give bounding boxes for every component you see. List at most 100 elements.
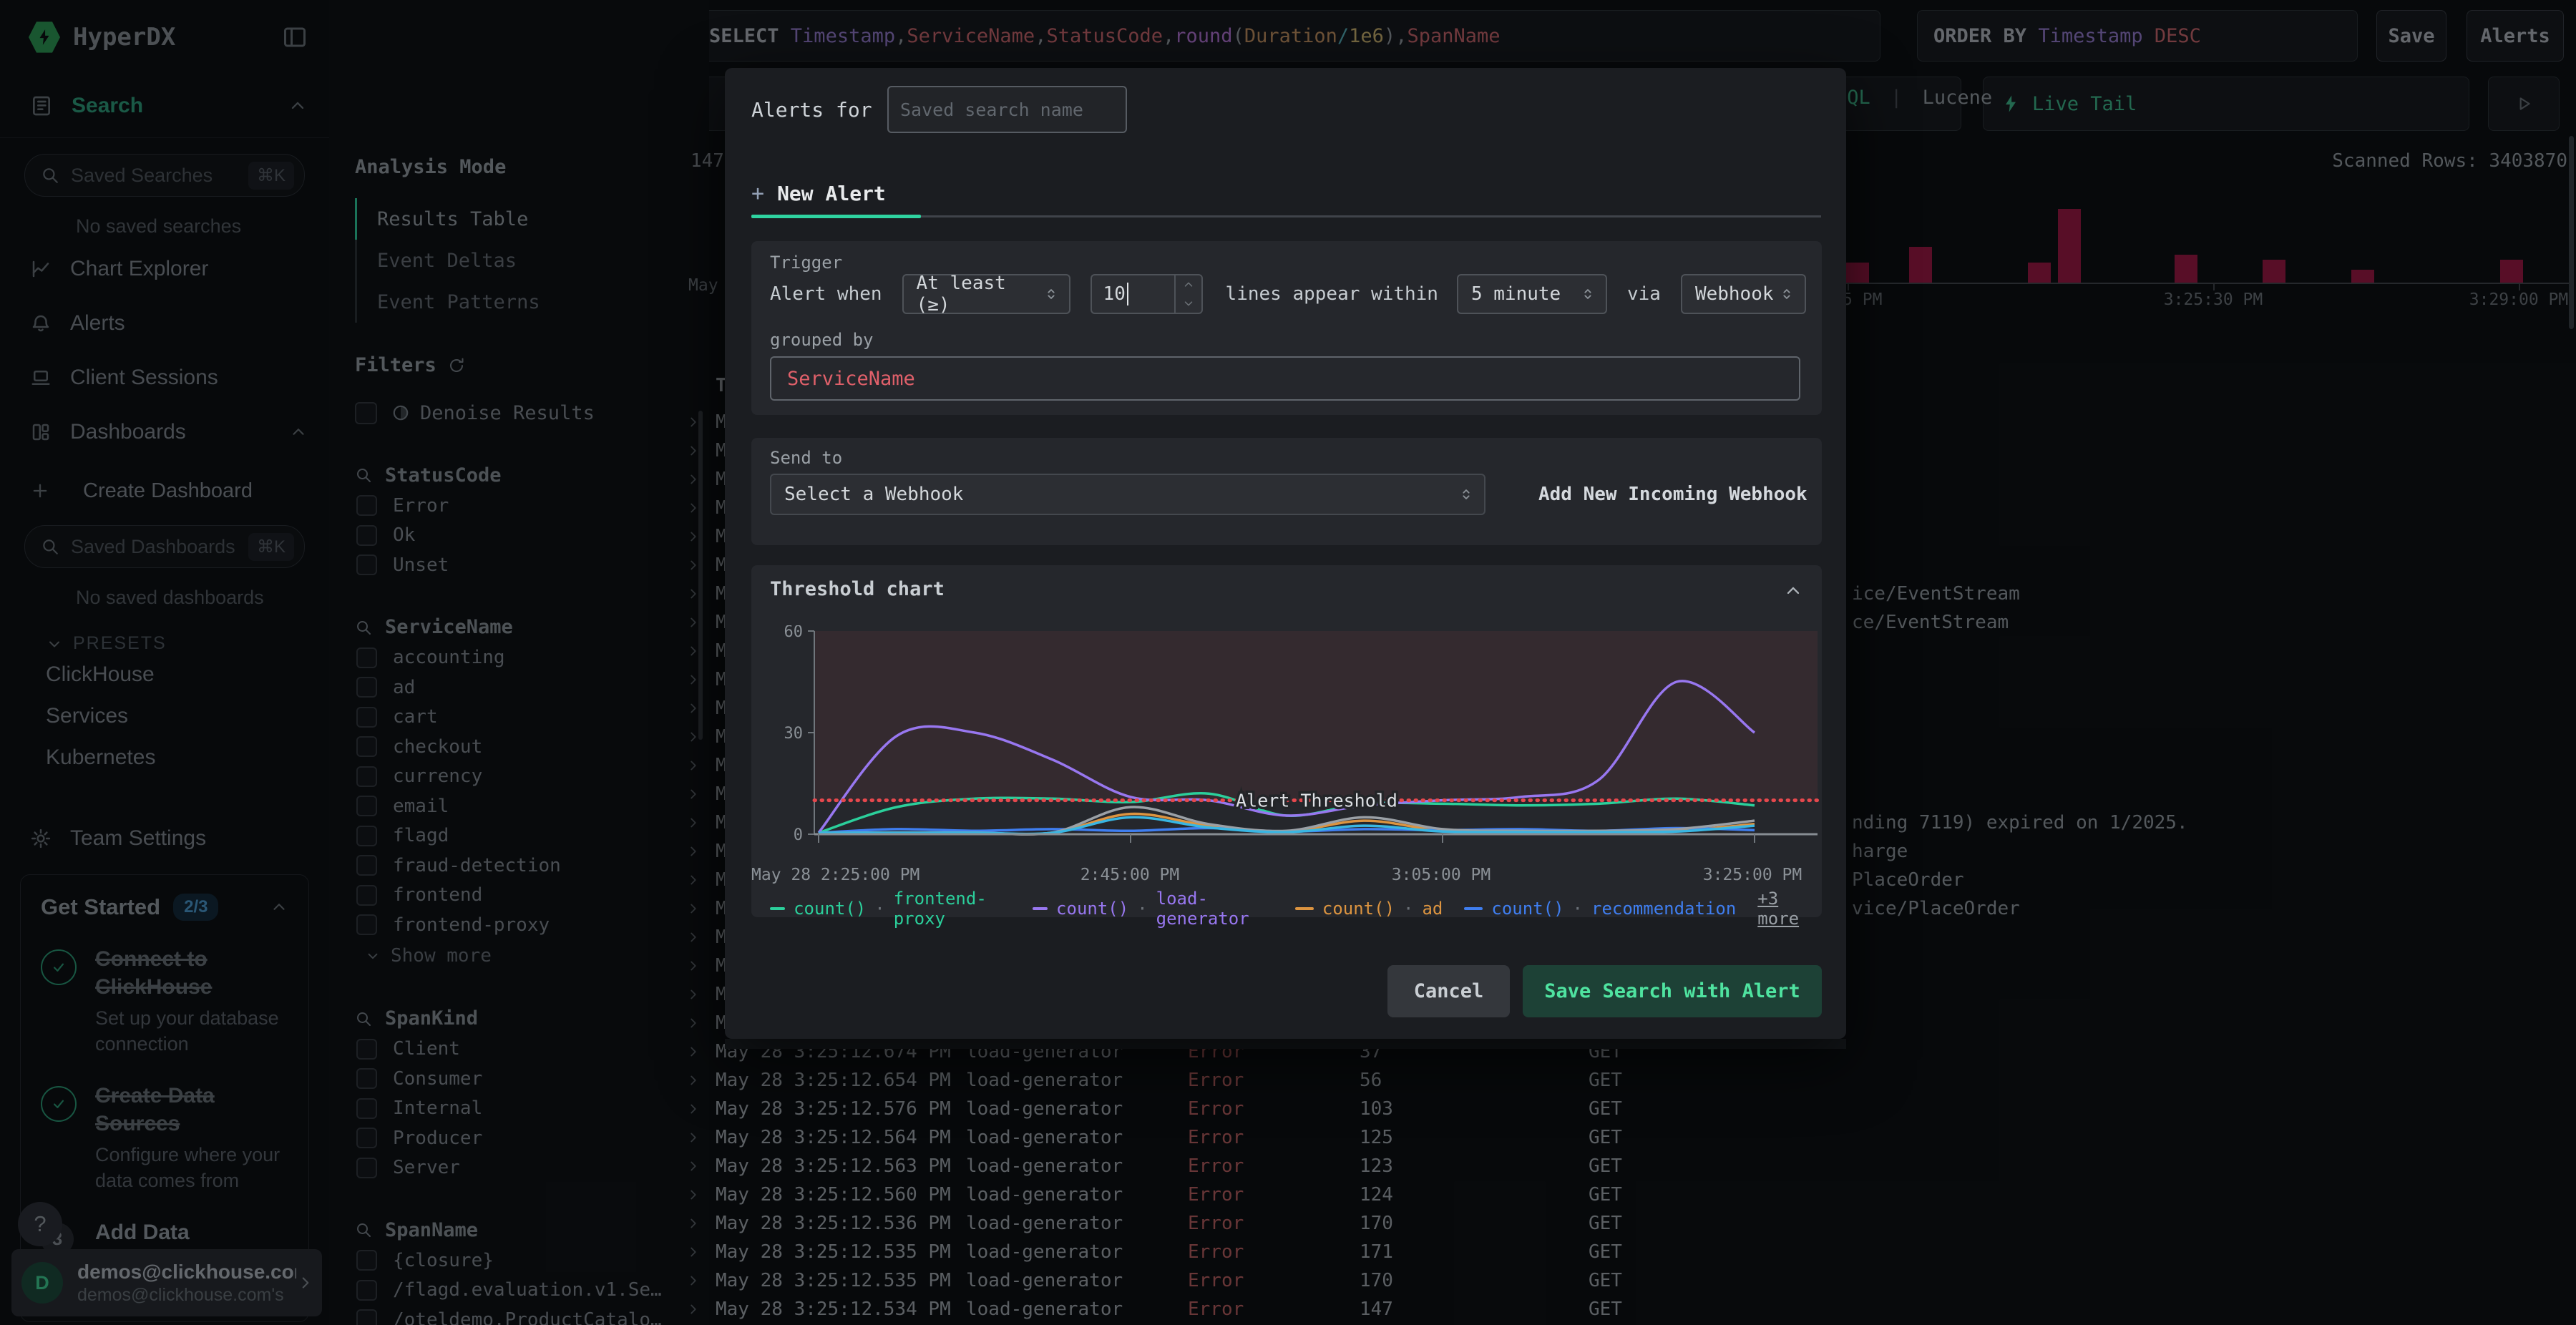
filter-checkbox[interactable]	[356, 855, 377, 876]
filter-option-frontend-proxy[interactable]: frontend-proxy	[355, 910, 709, 940]
expand-chevron-icon[interactable]	[686, 1301, 716, 1317]
filter-checkbox[interactable]	[356, 1279, 377, 1301]
table-row[interactable]: May 28 3:25:12.563 PM load-generator Error…	[680, 1152, 2576, 1180]
search-icon[interactable]	[355, 1221, 372, 1238]
legend-item-recommendation[interactable]: count() · recommendation	[1464, 899, 1736, 919]
filter-checkbox[interactable]	[356, 1068, 377, 1090]
filter-option-closure[interactable]: {closure}	[355, 1246, 709, 1276]
stepper-down-icon[interactable]	[1176, 294, 1201, 313]
search-icon[interactable]	[355, 466, 372, 484]
refresh-icon[interactable]	[448, 357, 465, 374]
table-row[interactable]: May 28 3:25:12.535 PM load-generator Error…	[680, 1266, 2576, 1295]
get-started-step-connect-to-clickhouse[interactable]: Connect to ClickHouse Set up your databas…	[41, 945, 288, 1057]
grouped-by-input[interactable]: ServiceName	[770, 356, 1800, 401]
sidebar-item-team-settings[interactable]: Team Settings	[0, 811, 329, 866]
create-dashboard-button[interactable]: Create Dashboard	[0, 464, 329, 518]
sidebar-item-alerts[interactable]: Alerts	[0, 296, 329, 351]
expand-chevron-icon[interactable]	[686, 1158, 716, 1174]
legend-item-ad[interactable]: count() · ad	[1294, 899, 1443, 919]
filter-checkbox[interactable]	[356, 825, 377, 846]
expand-chevron-icon[interactable]	[686, 758, 716, 773]
table-row[interactable]: May 28 3:25:12.536 PM load-generator Error…	[680, 1209, 2576, 1238]
expand-chevron-icon[interactable]	[686, 700, 716, 716]
filter-option-internal[interactable]: Internal	[355, 1094, 709, 1124]
filter-option-cart[interactable]: cart	[355, 703, 709, 733]
filter-option-client[interactable]: Client	[355, 1035, 709, 1065]
filter-checkbox[interactable]	[356, 524, 377, 546]
number-stepper[interactable]	[1174, 275, 1201, 313]
language-toggle[interactable]: SQL | Lucene	[1835, 87, 1992, 109]
filter-checkbox[interactable]	[356, 706, 377, 728]
analysis-tab-event-patterns[interactable]: Event Patterns	[355, 281, 709, 323]
filter-option-error[interactable]: Error	[355, 491, 709, 521]
expand-chevron-icon[interactable]	[686, 929, 716, 945]
expand-chevron-icon[interactable]	[686, 872, 716, 888]
expand-chevron-icon[interactable]	[686, 1187, 716, 1203]
user-menu[interactable]: D demos@clickhouse.com demos@clickhouse.…	[11, 1249, 322, 1316]
filter-checkbox[interactable]	[356, 495, 377, 517]
tab-new-alert[interactable]: + New Alert	[751, 172, 921, 214]
filter-option-consumer[interactable]: Consumer	[355, 1064, 709, 1094]
table-row[interactable]: May 28 3:25:12.576 PM load-generator Error…	[680, 1095, 2576, 1123]
expand-chevron-icon[interactable]	[686, 471, 716, 487]
preset-kubernetes[interactable]: Kubernetes	[0, 737, 329, 778]
saved-dashboards-input[interactable]: Saved Dashboards ⌘K	[24, 525, 305, 568]
filter-checkbox[interactable]	[356, 1157, 377, 1178]
filter-option-unset[interactable]: Unset	[355, 550, 709, 580]
filter-option-flagd-evaluation-v1-se[interactable]: /flagd.evaluation.v1.Se…	[355, 1276, 709, 1306]
filter-checkbox[interactable]	[356, 1309, 377, 1325]
search-icon[interactable]	[355, 1010, 372, 1027]
saved-searches-input[interactable]: Saved Searches ⌘K	[24, 154, 305, 197]
filter-option-ad[interactable]: ad	[355, 673, 709, 703]
filter-option-server[interactable]: Server	[355, 1153, 709, 1183]
filter-checkbox[interactable]	[356, 554, 377, 576]
condition-select[interactable]: At least (≥)	[902, 273, 1070, 316]
expand-chevron-icon[interactable]	[686, 729, 716, 745]
filter-option-currency[interactable]: currency	[355, 762, 709, 792]
expand-chevron-icon[interactable]	[686, 615, 716, 630]
expand-chevron-icon[interactable]	[686, 500, 716, 516]
expand-chevron-icon[interactable]	[686, 1216, 716, 1231]
expand-chevron-icon[interactable]	[686, 643, 716, 659]
preset-clickhouse[interactable]: ClickHouse	[0, 654, 329, 695]
presets-toggle[interactable]: PRESETS	[46, 633, 329, 654]
expand-chevron-icon[interactable]	[686, 557, 716, 573]
sidebar-item-chart-explorer[interactable]: Chart Explorer	[0, 242, 329, 296]
chevron-up-icon[interactable]	[270, 898, 288, 916]
expand-chevron-icon[interactable]	[686, 987, 716, 1002]
expand-chevron-icon[interactable]	[686, 1273, 716, 1289]
filter-option-fraud-detection[interactable]: fraud-detection	[355, 851, 709, 881]
sidebar-collapse-icon[interactable]	[282, 24, 308, 50]
filter-option-flagd[interactable]: flagd	[355, 821, 709, 851]
expand-chevron-icon[interactable]	[686, 958, 716, 974]
analysis-tab-event-deltas[interactable]: Event Deltas	[355, 240, 709, 281]
search-icon[interactable]	[355, 619, 372, 636]
expand-chevron-icon[interactable]	[686, 1015, 716, 1031]
analysis-tab-results-table[interactable]: Results Table	[355, 198, 709, 240]
threshold-value-input[interactable]: 10	[1090, 274, 1203, 314]
collapse-chart-icon[interactable]	[1783, 581, 1803, 601]
expand-chevron-icon[interactable]	[686, 529, 716, 544]
expand-chevron-icon[interactable]	[686, 443, 716, 459]
filter-checkbox[interactable]	[356, 766, 377, 787]
expand-chevron-icon[interactable]	[686, 1101, 716, 1117]
legend-item-frontend-proxy[interactable]: count() · frontend-proxy	[770, 889, 1011, 929]
expand-chevron-icon[interactable]	[686, 815, 716, 831]
filter-checkbox[interactable]	[356, 1250, 377, 1271]
table-row[interactable]: May 28 3:25:12.654 PM load-generator Error…	[680, 1066, 2576, 1095]
expand-chevron-icon[interactable]	[686, 414, 716, 430]
sidebar-item-dashboards[interactable]: Dashboards	[0, 405, 329, 459]
table-row[interactable]: May 28 3:25:12.564 PM load-generator Error…	[680, 1123, 2576, 1152]
show-more-button[interactable]: Show more	[355, 940, 709, 972]
table-row[interactable]: May 28 3:25:12.560 PM load-generator Error…	[680, 1180, 2576, 1209]
denoise-results-toggle[interactable]: Denoise Results	[355, 398, 709, 428]
filter-checkbox[interactable]	[356, 677, 377, 698]
filter-option-email[interactable]: email	[355, 791, 709, 821]
help-button[interactable]: ?	[18, 1202, 62, 1246]
filter-checkbox[interactable]	[356, 884, 377, 906]
filter-option-producer[interactable]: Producer	[355, 1123, 709, 1153]
filter-checkbox[interactable]	[356, 647, 377, 668]
saved-search-name-input[interactable]: Saved search name	[887, 86, 1127, 133]
expand-chevron-icon[interactable]	[686, 672, 716, 688]
legend-item-load-generator[interactable]: count() · load-generator	[1032, 889, 1274, 929]
